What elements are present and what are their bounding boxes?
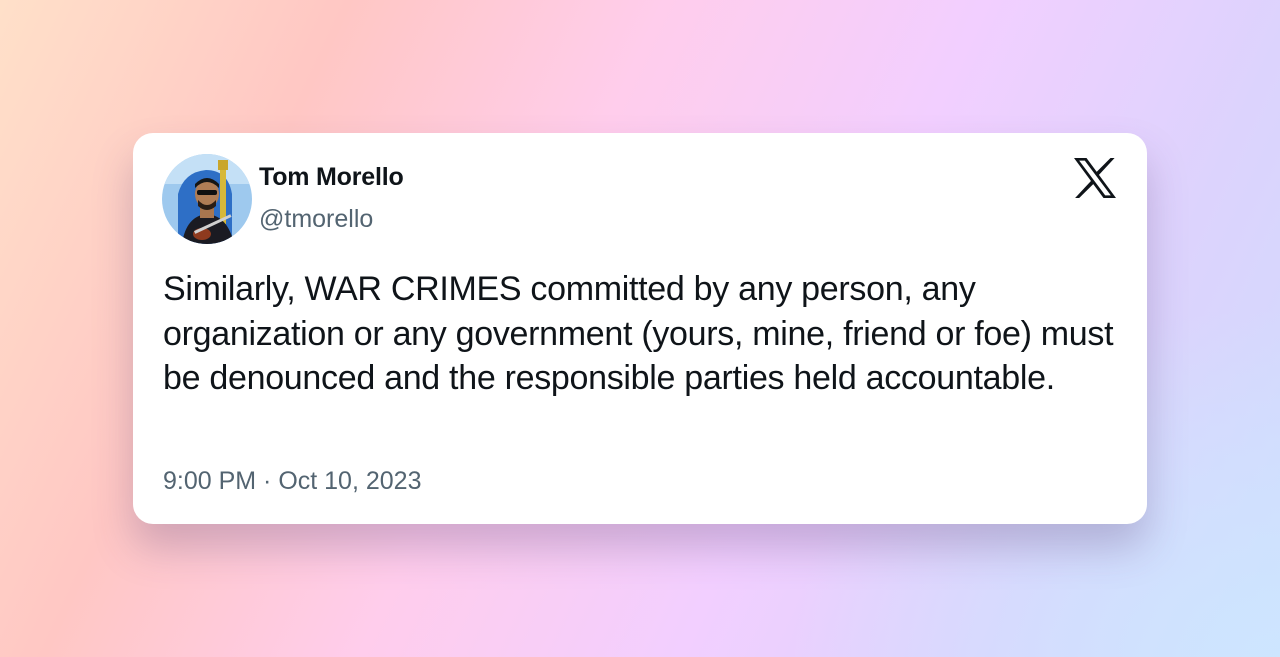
tweet-timestamp[interactable]: 9:00 PM · Oct 10, 2023 [163, 467, 421, 496]
avatar[interactable] [162, 154, 252, 244]
x-logo-icon[interactable] [1074, 158, 1116, 198]
author-handle[interactable]: @tmorello [259, 205, 373, 234]
x-logo-shape [1074, 158, 1116, 198]
tweet-text: Similarly, WAR CRIMES committed by any p… [163, 270, 1114, 397]
avatar-image [162, 154, 252, 244]
author-name[interactable]: Tom Morello [259, 163, 404, 192]
tweet-card: Tom Morello @tmorello Similarly, WAR CRI… [133, 133, 1147, 524]
